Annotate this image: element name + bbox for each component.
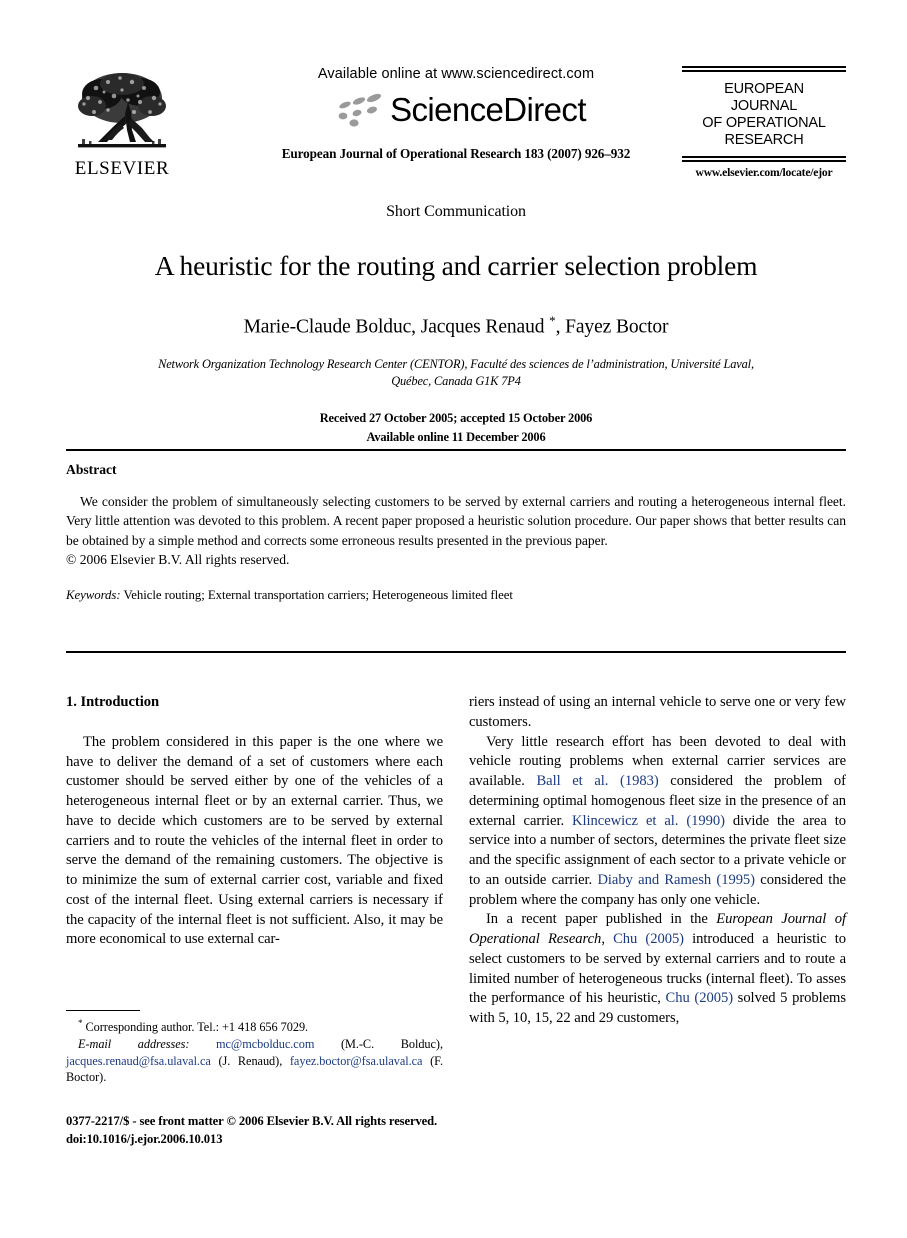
paragraph-literature-review: Very little research effort has been dev… — [469, 733, 846, 911]
paragraph-intro-1: The problem considered in this paper is … — [66, 733, 443, 948]
author-names-tail: , Fayez Boctor — [555, 316, 669, 338]
affiliation: Network Organization Technology Research… — [66, 356, 846, 392]
elsevier-wordmark: ELSEVIER — [74, 158, 170, 179]
abstract-top-rule — [66, 449, 846, 451]
email-addresses-label: E-mail addresses: — [78, 1036, 190, 1051]
footnote-corresponding-author: * Corresponding author. Tel.: +1 418 656… — [66, 1017, 443, 1036]
email-link-renaud[interactable]: jacques.renaud@fsa.ulaval.ca — [66, 1054, 211, 1068]
email-link-bolduc[interactable]: mc@mcbolduc.com — [216, 1037, 314, 1051]
masthead: ELSEVIER Available online at www.science… — [66, 66, 846, 196]
abstract-bottom-rule — [66, 651, 846, 653]
abstract-heading: Abstract — [66, 462, 117, 477]
journal-box-title: EUROPEAN JOURNAL OF OPERATIONAL RESEARCH — [682, 81, 846, 149]
page-footer: 0377-2217/$ - see front matter © 2006 El… — [66, 1112, 566, 1149]
body-column-right: riers instead of using an internal vehic… — [469, 693, 846, 1029]
available-online-date: Available online 11 December 2006 — [366, 430, 546, 445]
citation-klincewicz-1990[interactable]: Klincewicz et al. (1990) — [572, 813, 725, 829]
doi-line[interactable]: doi:10.1016/j.ejor.2006.10.013 — [66, 1130, 566, 1148]
sciencedirect-wordmark: ScienceDirect — [390, 91, 586, 128]
journal-box-bottom-rule — [682, 156, 846, 163]
paragraph-chu-2005: In a recent paper published in the Europ… — [469, 910, 846, 1029]
chu-text-b: , — [601, 931, 614, 948]
title-block: Short Communication A heuristic for the … — [66, 203, 846, 447]
journal-box-line-3: OF OPERATIONAL — [702, 115, 826, 132]
paragraph-intro-1-continued: riers instead of using an internal vehic… — [469, 694, 846, 730]
abstract-section: Abstract We consider the problem of simu… — [66, 462, 846, 603]
elsevier-logo: ELSEVIER — [66, 68, 178, 179]
journal-logo-box: EUROPEAN JOURNAL OF OPERATIONAL RESEARCH… — [682, 66, 846, 179]
section-heading-introduction: 1. Introduction — [66, 694, 160, 710]
citation-chu-2005-first[interactable]: Chu (2005) — [613, 931, 684, 947]
footnote-block: * Corresponding author. Tel.: +1 418 656… — [66, 1010, 443, 1086]
email-owner-renaud: (J. Renaud), — [218, 1053, 283, 1068]
front-matter-line: 0377-2217/$ - see front matter © 2006 El… — [66, 1114, 438, 1128]
citation-ball-1983[interactable]: Ball et al. (1983) — [536, 773, 658, 789]
sciencedirect-block: Available online at www.sciencedirect.co… — [246, 66, 666, 162]
affiliation-line-2: Québec, Canada G1K 7P4 — [391, 374, 521, 389]
keywords-label: Keywords: — [66, 588, 121, 603]
abstract-text: We consider the problem of simultaneousl… — [66, 494, 846, 548]
page-title: A heuristic for the routing and carrier … — [154, 250, 758, 281]
abstract-copyright: © 2006 Elsevier B.V. All rights reserved… — [66, 551, 290, 567]
footnote-rule — [66, 1010, 140, 1011]
received-accepted-date: Received 27 October 2005; accepted 15 Oc… — [319, 411, 593, 426]
author-list: Marie-Claude Bolduc, Jacques Renaud *, F… — [66, 313, 846, 339]
citation-chu-2005-second[interactable]: Chu (2005) — [666, 990, 734, 1006]
affiliation-line-1: Network Organization Technology Research… — [158, 356, 754, 371]
article-dates: Received 27 October 2005; accepted 15 Oc… — [66, 409, 846, 446]
journal-reference: European Journal of Operational Research… — [281, 146, 631, 161]
email-owner-bolduc: (M.-C. Bolduc), — [340, 1036, 443, 1051]
citation-diaby-ramesh-1995[interactable]: Diaby and Ramesh (1995) — [597, 872, 755, 888]
footnote-corresponding-text: Corresponding author. Tel.: +1 418 656 7… — [82, 1020, 309, 1035]
chu-text-a: In a recent paper published in the — [486, 911, 717, 928]
keywords: Keywords: Vehicle routing; External tran… — [66, 588, 846, 603]
keywords-value: Vehicle routing; External transportation… — [123, 588, 513, 603]
elsevier-tree-logo-icon — [78, 73, 166, 148]
body-column-left: 1. Introduction The problem considered i… — [66, 693, 443, 950]
email-link-boctor[interactable]: fayez.boctor@fsa.ulaval.ca — [290, 1054, 423, 1068]
available-online-text: Available online at www.sciencedirect.co… — [317, 66, 595, 82]
article-type-label: Short Communication — [386, 203, 526, 220]
journal-box-line-2: JOURNAL — [730, 98, 798, 115]
sciencedirect-logo: ScienceDirect — [246, 88, 666, 132]
journal-box-line-1: EUROPEAN — [724, 81, 804, 97]
author-names: Marie-Claude Bolduc, Jacques Renaud — [243, 316, 550, 338]
journal-homepage-url[interactable]: www.elsevier.com/locate/ejor — [682, 166, 846, 179]
journal-box-top-rule — [682, 66, 846, 72]
sciencedirect-swoosh-icon — [338, 93, 382, 127]
footnote-emails: E-mail addresses: mc@mcbolduc.com (M.-C.… — [66, 1036, 443, 1086]
journal-box-line-4: RESEARCH — [724, 132, 804, 149]
article-page: ELSEVIER Available online at www.science… — [0, 0, 907, 1238]
